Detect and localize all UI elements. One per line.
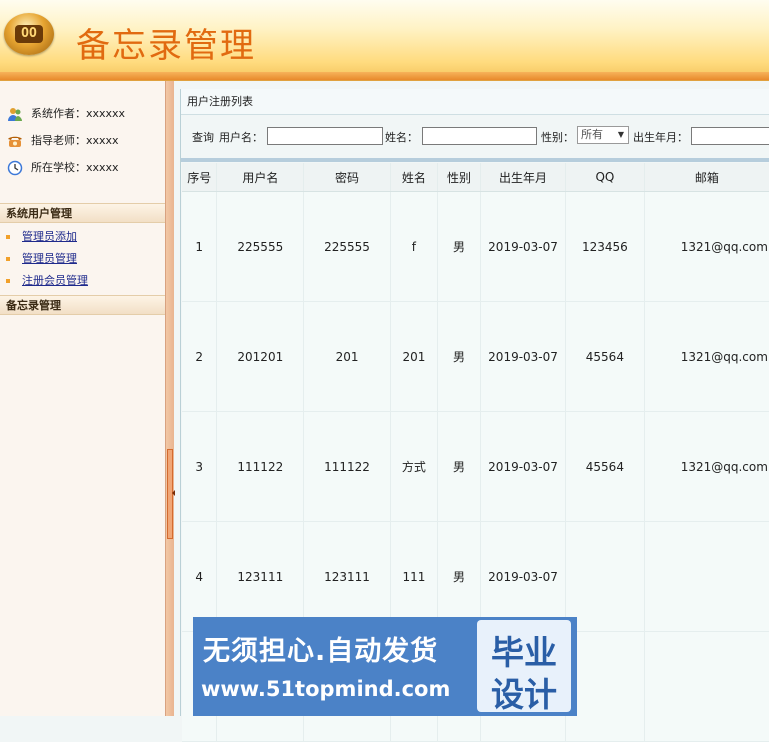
watermark-badge-line1: 毕业 xyxy=(491,633,557,672)
app-logo: OO xyxy=(4,13,54,55)
cell-qq xyxy=(565,631,645,742)
cell-name: 201 xyxy=(390,301,438,412)
cell-username: 111122 xyxy=(216,411,305,522)
watermark-banner: 无须担心.自动发货 www.51topmind.com 毕业 设计 xyxy=(193,617,577,716)
cell-gender: 男 xyxy=(437,521,482,632)
cell-qq: 123456 xyxy=(565,191,645,302)
info-school: 所在学校：xxxxx xyxy=(7,159,119,177)
bullet-icon xyxy=(6,235,10,239)
gender-select[interactable]: 所有 ▼ xyxy=(577,126,629,144)
cell-birth: 2019-03-07 xyxy=(480,521,567,632)
cell-gender: 男 xyxy=(437,411,482,522)
cell-email: 1321@qq.com xyxy=(644,301,769,412)
watermark-badge: 毕业 设计 xyxy=(477,620,571,714)
cell-email xyxy=(644,521,769,632)
cell-email: 1321@qq.com xyxy=(644,191,769,302)
gender-label: 性别： xyxy=(541,131,574,144)
cell-password: 201 xyxy=(303,301,391,412)
cell-password: 225555 xyxy=(303,191,391,302)
sidebar-item-admin-add: 管理员添加 xyxy=(6,228,77,246)
cell-password: 123111 xyxy=(303,521,391,632)
section-memo-management[interactable]: 备忘录管理 xyxy=(0,295,165,315)
cell-index: 4 xyxy=(182,521,218,632)
sidebar-item-member-manage: 注册会员管理 xyxy=(6,272,88,290)
cell-index: 1 xyxy=(182,191,218,302)
sidebar-item-admin-manage: 管理员管理 xyxy=(6,250,77,268)
table-row: 1 225555 225555 f 男 2019-03-07 123456 13… xyxy=(182,191,769,302)
info-teacher: 指导老师：xxxxx xyxy=(7,132,119,150)
cell-gender: 男 xyxy=(437,191,482,302)
cell-name: f xyxy=(390,191,438,302)
header-email: 邮箱 xyxy=(644,163,769,192)
sidebar: 系统作者：xxxxxx 指导老师：xxxxx 所在学校：xxxxx 系统用户管理… xyxy=(0,81,165,716)
clock-icon xyxy=(7,160,23,176)
app-title: 备忘录管理 xyxy=(76,26,256,66)
cell-password: 111122 xyxy=(303,411,391,522)
username-input[interactable] xyxy=(267,127,383,145)
cell-name: 111 xyxy=(390,521,438,632)
logo-mark: OO xyxy=(15,25,43,43)
section-user-management[interactable]: 系统用户管理 xyxy=(0,203,165,223)
header-stripe xyxy=(0,72,769,80)
cell-birth: 2019-03-07 xyxy=(480,411,567,522)
username-label: 用户名： xyxy=(219,131,263,144)
cell-username: 225555 xyxy=(216,191,305,302)
header-name: 姓名 xyxy=(390,163,438,192)
divider xyxy=(181,158,769,162)
cell-username: 123111 xyxy=(216,521,305,632)
header-username: 用户名 xyxy=(216,163,305,192)
cell-qq: 45564 xyxy=(565,301,645,412)
header-gender: 性别 xyxy=(437,163,482,192)
gender-selected-value: 所有 xyxy=(581,128,603,141)
search-bar: 查询 用户名： 姓名： 性别： 所有 ▼ 出生年月： xyxy=(181,116,769,156)
table-header-row: 序号 用户名 密码 姓名 性别 出生年月 QQ 邮箱 xyxy=(182,163,769,192)
info-teacher-text: 指导老师：xxxxx xyxy=(31,134,119,147)
link-admin-add[interactable]: 管理员添加 xyxy=(22,230,77,243)
collapse-handle[interactable] xyxy=(167,449,175,539)
cell-username: 201201 xyxy=(216,301,305,412)
watermark-url: www.51topmind.com xyxy=(201,677,451,701)
cell-email: 1321@qq.com xyxy=(644,411,769,522)
watermark-line1: 无须担心.自动发货 xyxy=(203,636,439,667)
birth-input[interactable] xyxy=(691,127,769,145)
phone-icon xyxy=(8,136,22,147)
link-admin-manage[interactable]: 管理员管理 xyxy=(22,252,77,265)
header-password: 密码 xyxy=(303,163,391,192)
users-icon xyxy=(8,108,22,121)
info-school-text: 所在学校：xxxxx xyxy=(31,161,119,174)
table-row: 2 201201 201 201 男 2019-03-07 45564 1321… xyxy=(182,301,769,412)
birth-label: 出生年月： xyxy=(633,131,688,144)
header-index: 序号 xyxy=(182,163,218,192)
cell-qq xyxy=(565,521,645,632)
cell-email xyxy=(644,631,769,742)
header-birth: 出生年月 xyxy=(480,163,567,192)
cell-gender: 男 xyxy=(437,301,482,412)
panel-title: 用户注册列表 xyxy=(181,89,769,115)
bullet-icon xyxy=(6,257,10,261)
info-author-text: 系统作者：xxxxxx xyxy=(31,107,126,120)
table-row: 3 111122 111122 方式 男 2019-03-07 45564 13… xyxy=(182,411,769,522)
info-author: 系统作者：xxxxxx xyxy=(7,105,125,123)
cell-name: 方式 xyxy=(390,411,438,522)
query-label: 查询 xyxy=(192,131,214,144)
dropdown-arrow-icon: ▼ xyxy=(617,130,624,139)
watermark-badge-line2: 设计 xyxy=(491,675,557,714)
table-row: 4 123111 123111 111 男 2019-03-07 xyxy=(182,521,769,632)
cell-index: 3 xyxy=(182,411,218,522)
link-member-manage[interactable]: 注册会员管理 xyxy=(22,274,88,287)
bullet-icon xyxy=(6,279,10,283)
cell-index: 2 xyxy=(182,301,218,412)
header-qq: QQ xyxy=(565,163,645,192)
cell-birth: 2019-03-07 xyxy=(480,191,567,302)
name-input[interactable] xyxy=(422,127,537,145)
app-header: OO 备忘录管理 xyxy=(0,0,769,81)
cell-qq: 45564 xyxy=(565,411,645,522)
name-label: 姓名： xyxy=(385,131,418,144)
sidebar-splitter[interactable] xyxy=(165,81,175,716)
cell-birth: 2019-03-07 xyxy=(480,301,567,412)
